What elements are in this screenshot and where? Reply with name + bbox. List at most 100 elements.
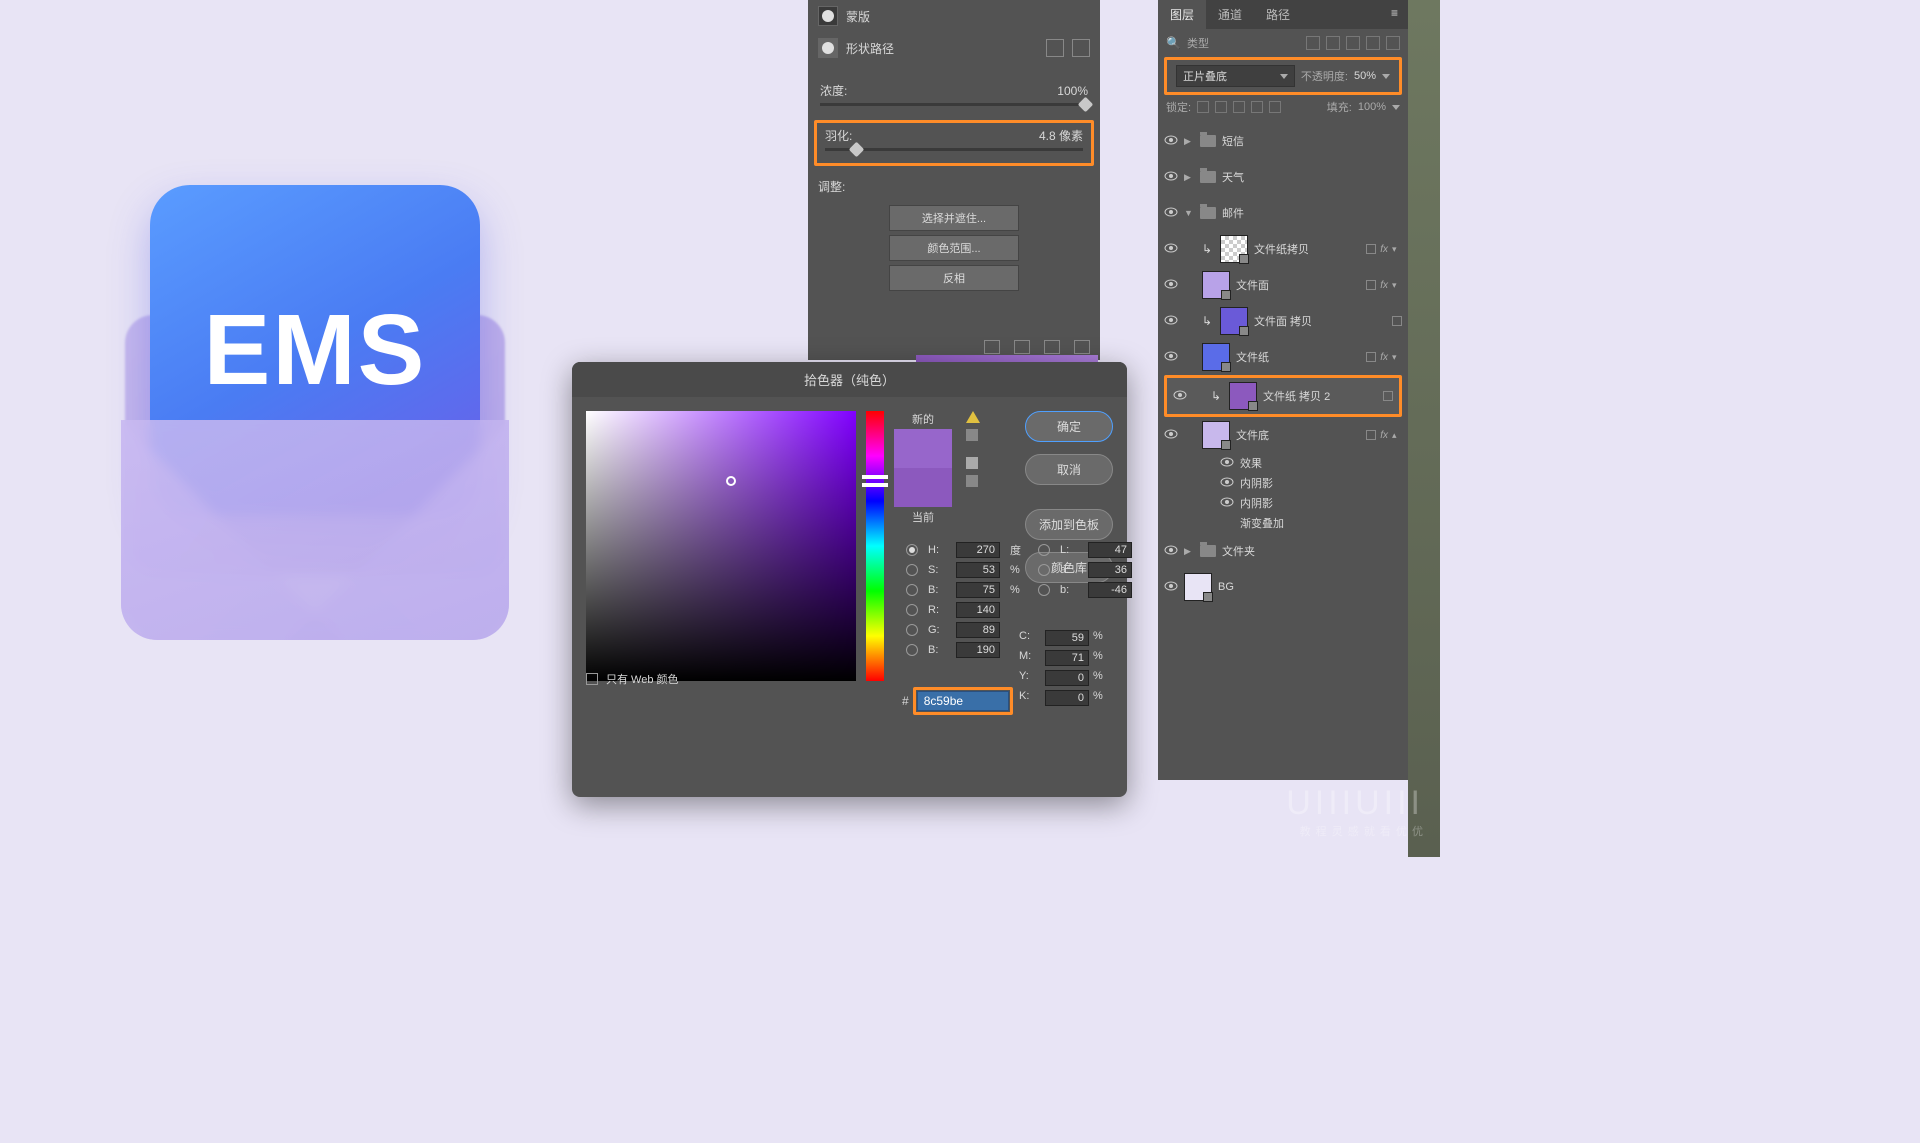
effect-inner-shadow-2[interactable]: 内阴影 <box>1158 493 1408 513</box>
disable-mask-icon[interactable] <box>1044 340 1060 354</box>
c-input[interactable] <box>1045 630 1089 646</box>
s-radio[interactable] <box>906 564 918 576</box>
filter-pixel-icon[interactable] <box>1306 36 1320 50</box>
gamut-color-swatch[interactable] <box>966 429 978 441</box>
layer-paper[interactable]: 文件纸 fx▾ <box>1158 339 1408 375</box>
fx-badge[interactable]: fx <box>1380 352 1388 363</box>
delete-mask-icon[interactable] <box>1074 340 1090 354</box>
h-input[interactable] <box>956 542 1000 558</box>
current-color-swatch[interactable] <box>894 468 952 507</box>
filter-shape-icon[interactable] <box>1366 36 1380 50</box>
layer-group-weather[interactable]: ▶ 天气 <box>1158 159 1408 195</box>
y-input[interactable] <box>1045 670 1089 686</box>
a-input[interactable] <box>1088 562 1132 578</box>
fx-expand-icon[interactable]: ▾ <box>1392 244 1402 255</box>
visibility-icon[interactable] <box>1164 170 1178 184</box>
color-range-button[interactable]: 颜色范围... <box>889 235 1019 261</box>
panel-menu-icon[interactable]: ≡ <box>1381 0 1408 29</box>
visibility-icon[interactable] <box>1164 278 1178 292</box>
visibility-icon[interactable] <box>1164 242 1178 256</box>
bb-radio[interactable] <box>906 644 918 656</box>
visibility-icon[interactable] <box>1164 350 1178 364</box>
mask-select-icon[interactable] <box>1072 39 1090 57</box>
hex-input[interactable] <box>917 691 1009 711</box>
a-radio[interactable] <box>1038 564 1050 576</box>
select-and-mask-button[interactable]: 选择并遮住... <box>889 205 1019 231</box>
lock-artboard-icon[interactable] <box>1251 101 1263 113</box>
feather-value[interactable]: 4.8 像素 <box>1039 127 1083 144</box>
fx-badge[interactable]: fx <box>1380 280 1388 291</box>
fx-badge[interactable]: fx <box>1380 244 1388 255</box>
tab-layers[interactable]: 图层 <box>1158 0 1206 29</box>
gamut-warning-icon[interactable] <box>966 411 980 423</box>
filter-type-icon[interactable] <box>1346 36 1360 50</box>
invert-button[interactable]: 反相 <box>889 265 1019 291</box>
visibility-icon[interactable] <box>1220 497 1234 510</box>
visibility-icon[interactable] <box>1173 389 1187 403</box>
visibility-icon[interactable] <box>1164 544 1178 558</box>
expand-icon[interactable]: ▶ <box>1184 546 1194 557</box>
layer-bottom[interactable]: 文件底 fx▴ <box>1158 417 1408 453</box>
bb-input[interactable] <box>956 642 1000 658</box>
cancel-button[interactable]: 取消 <box>1025 454 1113 485</box>
filter-smart-icon[interactable] <box>1386 36 1400 50</box>
layer-face[interactable]: 文件面 fx▾ <box>1158 267 1408 303</box>
fx-expand-icon[interactable]: ▾ <box>1392 352 1402 363</box>
fx-badge[interactable]: fx <box>1380 430 1388 441</box>
layer-group-sms[interactable]: ▶ 短信 <box>1158 123 1408 159</box>
filter-adjust-icon[interactable] <box>1326 36 1340 50</box>
visibility-icon[interactable] <box>1220 477 1234 490</box>
visibility-icon[interactable] <box>1164 314 1178 328</box>
fx-collapse-icon[interactable]: ▴ <box>1392 430 1402 441</box>
b-radio[interactable] <box>1038 584 1050 596</box>
layer-group-mail[interactable]: ▼ 邮件 <box>1158 195 1408 231</box>
g-radio[interactable] <box>906 624 918 636</box>
lock-all-icon[interactable] <box>1269 101 1281 113</box>
r-input[interactable] <box>956 602 1000 618</box>
fill-chevron-icon[interactable] <box>1392 105 1400 110</box>
layer-face-copy[interactable]: ↳ 文件面 拷贝 <box>1158 303 1408 339</box>
layer-paper-copy[interactable]: ↳ 文件纸拷贝 fx▾ <box>1158 231 1408 267</box>
add-to-swatches-button[interactable]: 添加到色板 <box>1025 509 1113 540</box>
websafe-icon[interactable] <box>966 457 978 469</box>
opacity-value[interactable]: 50% <box>1354 70 1376 82</box>
expand-icon[interactable]: ▶ <box>1184 172 1194 183</box>
density-slider[interactable] <box>820 103 1088 106</box>
l-input[interactable] <box>1088 542 1132 558</box>
feather-slider[interactable] <box>825 148 1083 151</box>
visibility-icon[interactable] <box>1164 428 1178 442</box>
expand-icon[interactable]: ▶ <box>1184 136 1194 147</box>
visibility-icon[interactable] <box>1164 580 1178 594</box>
lock-position-icon[interactable] <box>1233 101 1245 113</box>
lock-transparent-icon[interactable] <box>1197 101 1209 113</box>
r-radio[interactable] <box>906 604 918 616</box>
effect-gradient-overlay[interactable]: 渐变叠加 <box>1158 513 1408 533</box>
visibility-icon[interactable] <box>1164 134 1178 148</box>
websafe-swatch[interactable] <box>966 475 978 487</box>
b-input[interactable] <box>1088 582 1132 598</box>
tab-paths[interactable]: 路径 <box>1254 0 1302 29</box>
web-only-checkbox[interactable] <box>586 673 598 685</box>
m-input[interactable] <box>1045 650 1089 666</box>
mask-mode-icon[interactable] <box>1046 39 1064 57</box>
h-radio[interactable] <box>906 544 918 556</box>
opacity-chevron-icon[interactable] <box>1382 74 1390 79</box>
bv-input[interactable] <box>956 582 1000 598</box>
lock-image-icon[interactable] <box>1215 101 1227 113</box>
k-input[interactable] <box>1045 690 1089 706</box>
blend-mode-dropdown[interactable]: 正片叠底 <box>1176 65 1295 87</box>
s-input[interactable] <box>956 562 1000 578</box>
hue-slider[interactable] <box>866 411 884 681</box>
bv-radio[interactable] <box>906 584 918 596</box>
effect-inner-shadow-1[interactable]: 内阴影 <box>1158 473 1408 493</box>
visibility-icon[interactable] <box>1220 457 1234 470</box>
ok-button[interactable]: 确定 <box>1025 411 1113 442</box>
fx-expand-icon[interactable]: ▾ <box>1392 280 1402 291</box>
saturation-value-field[interactable] <box>586 411 856 681</box>
visibility-icon[interactable] <box>1164 206 1178 220</box>
l-radio[interactable] <box>1038 544 1050 556</box>
layer-bg[interactable]: BG <box>1158 569 1408 605</box>
filter-type-label[interactable]: 类型 <box>1187 35 1209 51</box>
density-value[interactable]: 100% <box>1057 84 1088 98</box>
collapse-icon[interactable]: ▼ <box>1184 208 1194 218</box>
